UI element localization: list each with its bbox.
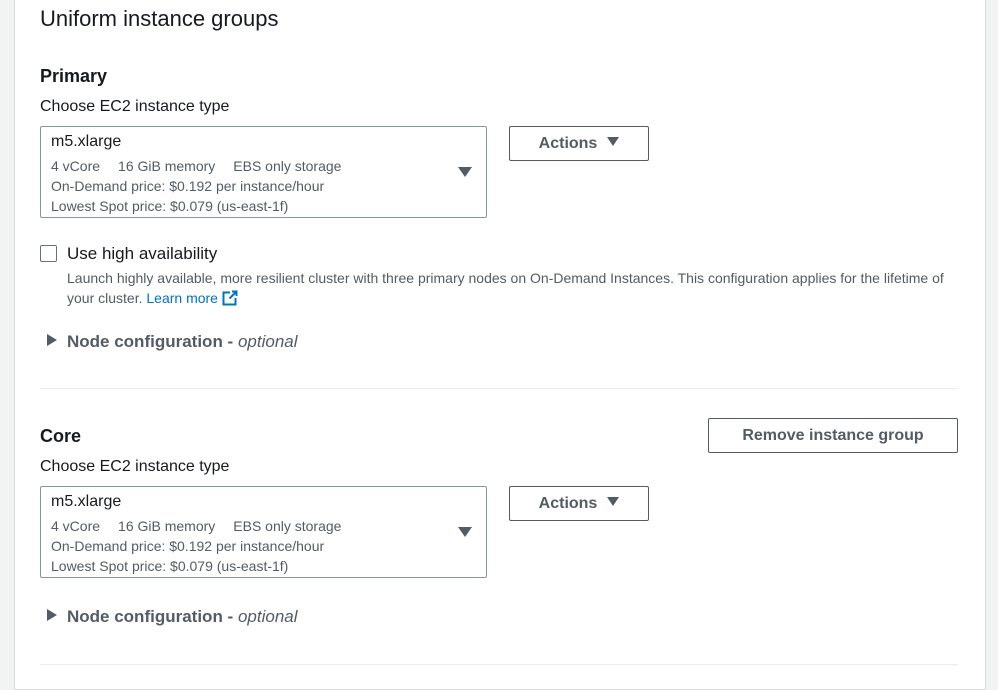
caret-right-icon xyxy=(47,334,57,346)
primary-vcore-tag: 4 vCore xyxy=(51,158,101,174)
core-node-configuration-expander[interactable]: Node configuration - optional xyxy=(47,607,298,627)
primary-instance-specs: 4 vCore 16 GiB memory EBS only storage xyxy=(51,158,359,174)
core-node-config-label: Node configuration - xyxy=(67,607,234,626)
core-vcore-tag: 4 vCore xyxy=(51,518,101,534)
page-title: Uniform instance groups xyxy=(40,6,279,31)
core-spot-price: Lowest Spot price: $0.079 (us-east-1f) xyxy=(51,558,289,574)
caret-down-icon xyxy=(458,527,472,537)
high-availability-checkbox[interactable] xyxy=(40,245,57,262)
caret-down-icon xyxy=(607,137,620,146)
core-actions-button[interactable]: Actions xyxy=(509,486,649,521)
external-link-icon xyxy=(222,290,238,306)
primary-node-config-optional: optional xyxy=(237,332,298,351)
learn-more-label: Learn more xyxy=(146,290,218,306)
primary-group-title: Primary xyxy=(40,66,108,86)
section-divider xyxy=(40,664,958,665)
core-node-config-optional: optional xyxy=(237,607,298,626)
primary-memory-tag: 16 GiB memory xyxy=(118,158,216,174)
primary-instance-type-value: m5.xlarge xyxy=(51,133,122,150)
primary-on-demand-price: On-Demand price: $0.192 per instance/hou… xyxy=(51,178,325,194)
primary-node-config-label: Node configuration - xyxy=(67,332,234,351)
remove-instance-group-button[interactable]: Remove instance group xyxy=(708,418,958,453)
core-actions-label: Actions xyxy=(538,495,598,512)
section-divider xyxy=(40,388,958,389)
primary-node-configuration-expander[interactable]: Node configuration - optional xyxy=(47,332,298,352)
core-group-title: Core xyxy=(40,426,82,446)
core-instance-type-value: m5.xlarge xyxy=(51,493,122,510)
core-instance-specs: 4 vCore 16 GiB memory EBS only storage xyxy=(51,518,359,534)
core-on-demand-price: On-Demand price: $0.192 per instance/hou… xyxy=(51,538,325,554)
primary-actions-label: Actions xyxy=(538,135,598,152)
primary-actions-button[interactable]: Actions xyxy=(509,126,649,161)
caret-down-icon xyxy=(607,497,620,506)
primary-storage-tag: EBS only storage xyxy=(233,158,342,174)
core-instance-type-select[interactable]: m5.xlarge 4 vCore 16 GiB memory EBS only s… xyxy=(40,486,487,578)
high-availability-label[interactable]: Use high availability xyxy=(67,244,217,264)
core-storage-tag: EBS only storage xyxy=(233,518,342,534)
primary-instance-type-label: Choose EC2 instance type xyxy=(40,98,230,115)
caret-down-icon xyxy=(458,167,472,177)
caret-right-icon xyxy=(47,609,57,621)
primary-instance-type-select[interactable]: m5.xlarge 4 vCore 16 GiB memory EBS only s… xyxy=(40,126,487,218)
primary-spot-price: Lowest Spot price: $0.079 (us-east-1f) xyxy=(51,198,289,214)
learn-more-link[interactable]: Learn more xyxy=(146,290,238,306)
high-availability-description: Launch highly available, more resilient … xyxy=(67,268,967,308)
core-instance-type-label: Choose EC2 instance type xyxy=(40,458,230,475)
core-memory-tag: 16 GiB memory xyxy=(118,518,216,534)
